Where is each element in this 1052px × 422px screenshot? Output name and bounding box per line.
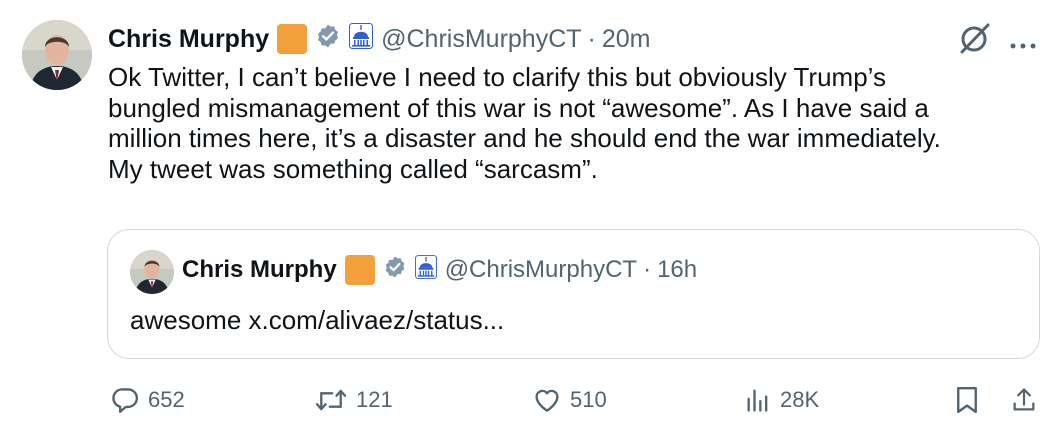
quoted-tweet-time[interactable]: 16h bbox=[657, 256, 697, 284]
tweet-action-bar: 652 121 510 28K bbox=[108, 382, 1038, 418]
repost-count: 121 bbox=[356, 387, 393, 412]
quoted-author-handle[interactable]: @ChrisMurphyCT bbox=[445, 256, 637, 284]
bookmark-button[interactable] bbox=[954, 382, 980, 418]
like-icon bbox=[532, 385, 562, 415]
like-count: 510 bbox=[570, 387, 607, 412]
capitol-icon bbox=[349, 22, 374, 56]
share-button[interactable] bbox=[1010, 382, 1038, 418]
author-avatar[interactable] bbox=[22, 20, 92, 90]
repost-button[interactable]: 121 bbox=[314, 382, 393, 418]
reply-icon bbox=[110, 385, 140, 415]
views-icon bbox=[744, 385, 772, 415]
quoted-verified-badge-icon[interactable] bbox=[383, 255, 407, 286]
repost-icon bbox=[314, 385, 348, 415]
separator-dot: · bbox=[587, 24, 596, 53]
bookmark-icon bbox=[954, 385, 980, 415]
quoted-tweet-text: awesome x.com/alivaez/status... bbox=[130, 305, 505, 335]
views-count: 28K bbox=[780, 387, 820, 412]
quoted-tweet-header: Chris Murphy @ChrisMurphyCT · 16h bbox=[182, 254, 697, 286]
author-name[interactable]: Chris Murphy bbox=[108, 25, 269, 54]
tweet-top-actions bbox=[958, 22, 1036, 61]
reply-count: 652 bbox=[148, 387, 185, 412]
tweet-header: Chris Murphy @ChrisMurphyCT · 20m bbox=[108, 22, 651, 56]
handle-and-time: @ChrisMurphyCT · 20m bbox=[381, 25, 650, 54]
quoted-separator-dot: · bbox=[643, 256, 652, 283]
quoted-capitol-icon bbox=[414, 254, 437, 286]
share-icon bbox=[1010, 385, 1038, 415]
reply-button[interactable]: 652 bbox=[110, 382, 185, 418]
tweet[interactable]: Chris Murphy @ChrisMurphyCT · 20m Ok Twi… bbox=[0, 0, 1052, 422]
verified-badge-icon[interactable] bbox=[315, 23, 341, 56]
quoted-author-name[interactable]: Chris Murphy bbox=[182, 256, 337, 284]
views-button[interactable]: 28K bbox=[744, 382, 819, 418]
tweet-text: Ok Twitter, I can’t believe I need to cl… bbox=[108, 62, 941, 184]
quoted-author-avatar[interactable] bbox=[130, 250, 174, 294]
grok-icon[interactable] bbox=[958, 22, 992, 61]
more-icon[interactable] bbox=[1010, 26, 1036, 57]
tweet-time[interactable]: 20m bbox=[602, 25, 651, 54]
author-handle[interactable]: @ChrisMurphyCT bbox=[381, 25, 581, 54]
quoted-affiliation-badge-icon bbox=[344, 255, 375, 285]
like-button[interactable]: 510 bbox=[532, 382, 607, 418]
quoted-tweet[interactable]: Chris Murphy @ChrisMurphyCT · 16h awesom… bbox=[107, 229, 1040, 359]
affiliation-badge-icon bbox=[277, 24, 308, 54]
quoted-handle-and-time: @ChrisMurphyCT · 16h bbox=[445, 256, 697, 284]
